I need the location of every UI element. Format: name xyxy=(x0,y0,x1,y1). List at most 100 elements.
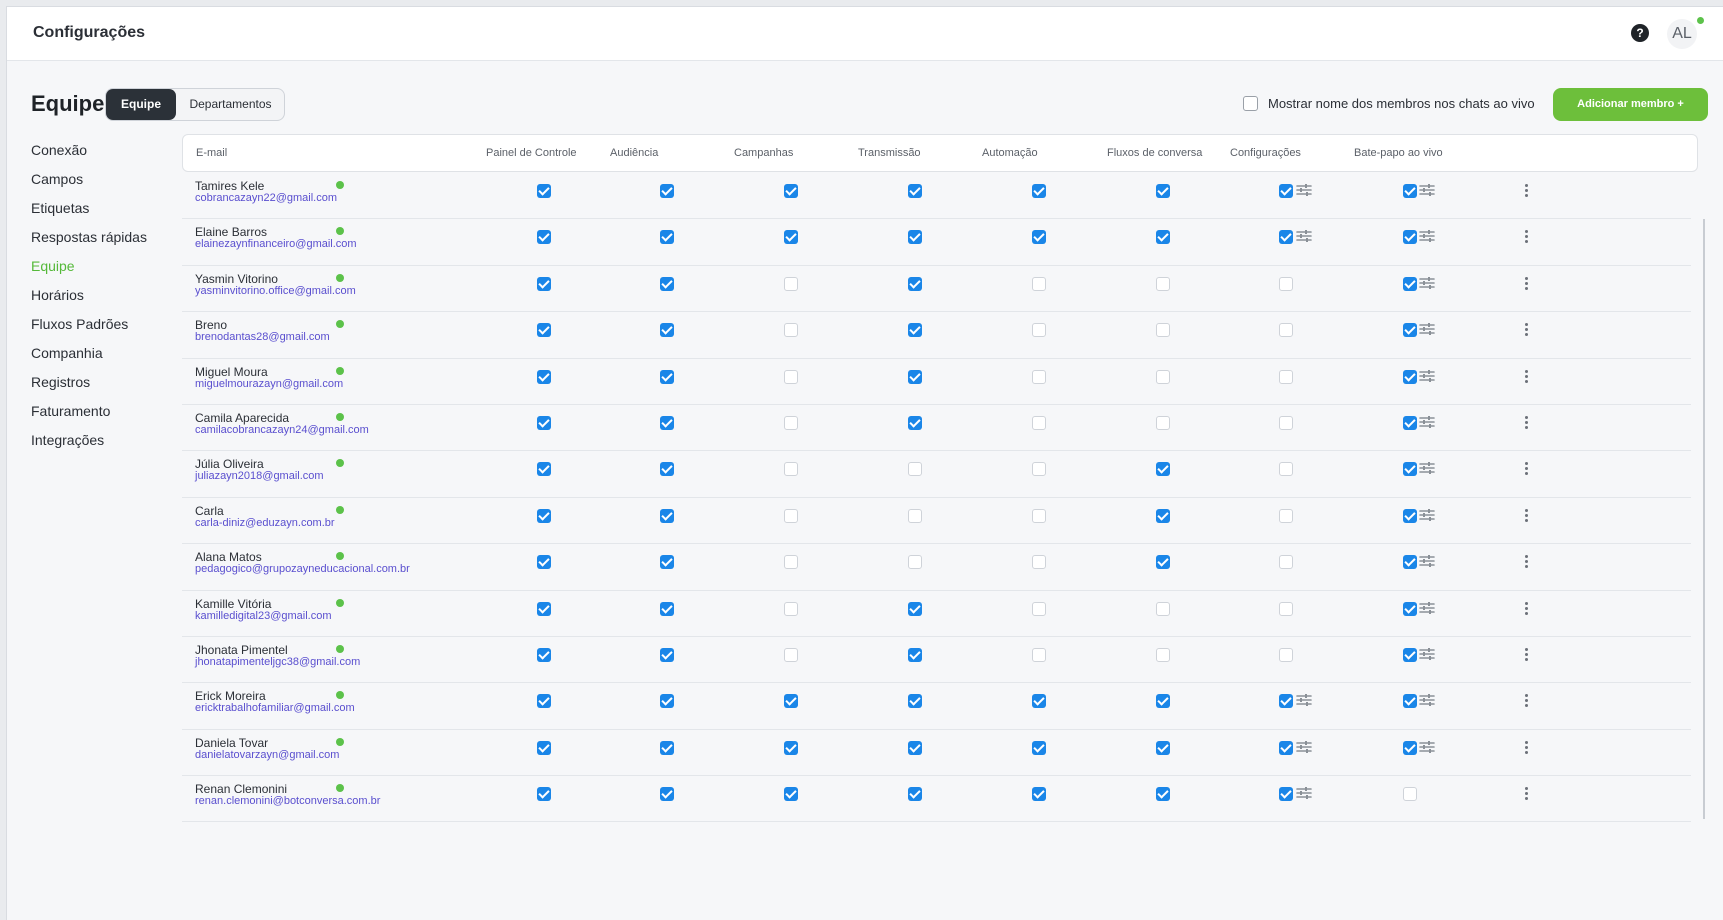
permission-checkbox[interactable] xyxy=(1156,415,1170,430)
show-member-names-toggle[interactable]: Mostrar nome dos membros nos chats ao vi… xyxy=(1243,96,1535,111)
permission-checkbox[interactable] xyxy=(1279,184,1293,198)
permission-checkbox[interactable] xyxy=(1032,787,1046,802)
sliders-icon[interactable] xyxy=(1419,601,1435,615)
sliders-icon[interactable] xyxy=(1419,322,1435,336)
permission-checkbox[interactable] xyxy=(660,230,674,245)
sliders-icon[interactable] xyxy=(1419,554,1435,568)
sidebar-item-fluxos-padroes[interactable]: Fluxos Padrões xyxy=(31,315,181,344)
sidebar-item-companhia[interactable]: Companhia xyxy=(31,344,181,373)
permission-checkbox[interactable] xyxy=(537,415,551,430)
tab-departamentos[interactable]: Departamentos xyxy=(176,89,285,120)
permission-checkbox[interactable] xyxy=(1403,740,1417,755)
sliders-icon[interactable] xyxy=(1419,229,1435,243)
permission-checkbox[interactable] xyxy=(537,740,551,755)
permission-checkbox[interactable] xyxy=(784,323,798,338)
permission-checkbox[interactable] xyxy=(537,230,551,245)
more-vertical-icon[interactable] xyxy=(1523,415,1529,431)
avatar[interactable]: AL xyxy=(1667,19,1697,49)
more-vertical-icon[interactable] xyxy=(1523,554,1529,570)
permission-checkbox[interactable] xyxy=(908,555,922,570)
sliders-icon[interactable] xyxy=(1419,461,1435,475)
permission-checkbox[interactable] xyxy=(660,740,674,755)
permission-checkbox[interactable] xyxy=(784,276,798,291)
permission-checkbox[interactable] xyxy=(1279,694,1293,709)
permission-checkbox[interactable] xyxy=(660,647,674,662)
permission-checkbox[interactable] xyxy=(1279,462,1293,477)
permission-checkbox[interactable] xyxy=(908,601,922,616)
permission-checkbox[interactable] xyxy=(660,787,674,802)
permission-checkbox[interactable] xyxy=(660,462,674,477)
permission-checkbox[interactable] xyxy=(1156,647,1170,662)
permission-checkbox[interactable] xyxy=(1403,369,1417,384)
permission-checkbox[interactable] xyxy=(1032,184,1046,198)
sidebar-item-campos[interactable]: Campos xyxy=(31,170,181,199)
more-vertical-icon[interactable] xyxy=(1523,693,1529,709)
sliders-icon[interactable] xyxy=(1296,786,1312,800)
permission-checkbox[interactable] xyxy=(537,787,551,802)
permission-checkbox[interactable] xyxy=(1032,601,1046,616)
permission-checkbox[interactable] xyxy=(1403,415,1417,430)
permission-checkbox[interactable] xyxy=(1156,740,1170,755)
permission-checkbox[interactable] xyxy=(1279,740,1293,755)
sliders-icon[interactable] xyxy=(1419,647,1435,661)
permission-checkbox[interactable] xyxy=(537,647,551,662)
sidebar-item-registros[interactable]: Registros xyxy=(31,373,181,402)
permission-checkbox[interactable] xyxy=(784,184,798,198)
permission-checkbox[interactable] xyxy=(784,694,798,709)
sliders-icon[interactable] xyxy=(1296,229,1312,243)
permission-checkbox[interactable] xyxy=(908,647,922,662)
table-scrollbar[interactable] xyxy=(1703,219,1705,819)
permission-checkbox[interactable] xyxy=(537,184,551,198)
permission-checkbox[interactable] xyxy=(1032,369,1046,384)
permission-checkbox[interactable] xyxy=(1279,555,1293,570)
permission-checkbox[interactable] xyxy=(784,555,798,570)
sidebar-item-etiquetas[interactable]: Etiquetas xyxy=(31,199,181,228)
permission-checkbox[interactable] xyxy=(660,323,674,338)
permission-checkbox[interactable] xyxy=(660,415,674,430)
permission-checkbox[interactable] xyxy=(1403,230,1417,245)
permission-checkbox[interactable] xyxy=(1032,230,1046,245)
permission-checkbox[interactable] xyxy=(660,508,674,523)
permission-checkbox[interactable] xyxy=(1032,415,1046,430)
sliders-icon[interactable] xyxy=(1296,183,1312,197)
permission-checkbox[interactable] xyxy=(908,369,922,384)
permission-checkbox[interactable] xyxy=(1156,462,1170,477)
permission-checkbox[interactable] xyxy=(1156,184,1170,198)
permission-checkbox[interactable] xyxy=(1156,694,1170,709)
sliders-icon[interactable] xyxy=(1419,415,1435,429)
show-member-names-checkbox[interactable] xyxy=(1243,96,1258,111)
permission-checkbox[interactable] xyxy=(908,508,922,523)
sliders-icon[interactable] xyxy=(1419,183,1435,197)
more-vertical-icon[interactable] xyxy=(1523,183,1529,199)
sidebar-item-faturamento[interactable]: Faturamento xyxy=(31,402,181,431)
tab-equipe[interactable]: Equipe xyxy=(106,89,176,120)
permission-checkbox[interactable] xyxy=(908,740,922,755)
permission-checkbox[interactable] xyxy=(537,555,551,570)
permission-checkbox[interactable] xyxy=(784,415,798,430)
permission-checkbox[interactable] xyxy=(1403,555,1417,570)
permission-checkbox[interactable] xyxy=(1279,787,1293,802)
permission-checkbox[interactable] xyxy=(908,184,922,198)
permission-checkbox[interactable] xyxy=(784,601,798,616)
permission-checkbox[interactable] xyxy=(537,276,551,291)
permission-checkbox[interactable] xyxy=(1032,740,1046,755)
permission-checkbox[interactable] xyxy=(1032,276,1046,291)
permission-checkbox[interactable] xyxy=(1032,323,1046,338)
help-icon[interactable]: ? xyxy=(1631,24,1649,42)
more-vertical-icon[interactable] xyxy=(1523,461,1529,477)
permission-checkbox[interactable] xyxy=(784,230,798,245)
more-vertical-icon[interactable] xyxy=(1523,322,1529,338)
permission-checkbox[interactable] xyxy=(1403,787,1417,802)
permission-checkbox[interactable] xyxy=(784,740,798,755)
sidebar-item-integracoes[interactable]: Integrações xyxy=(31,431,181,460)
permission-checkbox[interactable] xyxy=(1279,508,1293,523)
sliders-icon[interactable] xyxy=(1296,740,1312,754)
permission-checkbox[interactable] xyxy=(908,462,922,477)
permission-checkbox[interactable] xyxy=(1156,369,1170,384)
permission-checkbox[interactable] xyxy=(1156,555,1170,570)
permission-checkbox[interactable] xyxy=(1403,323,1417,338)
permission-checkbox[interactable] xyxy=(1156,276,1170,291)
sliders-icon[interactable] xyxy=(1419,276,1435,290)
sliders-icon[interactable] xyxy=(1419,740,1435,754)
permission-checkbox[interactable] xyxy=(908,787,922,802)
